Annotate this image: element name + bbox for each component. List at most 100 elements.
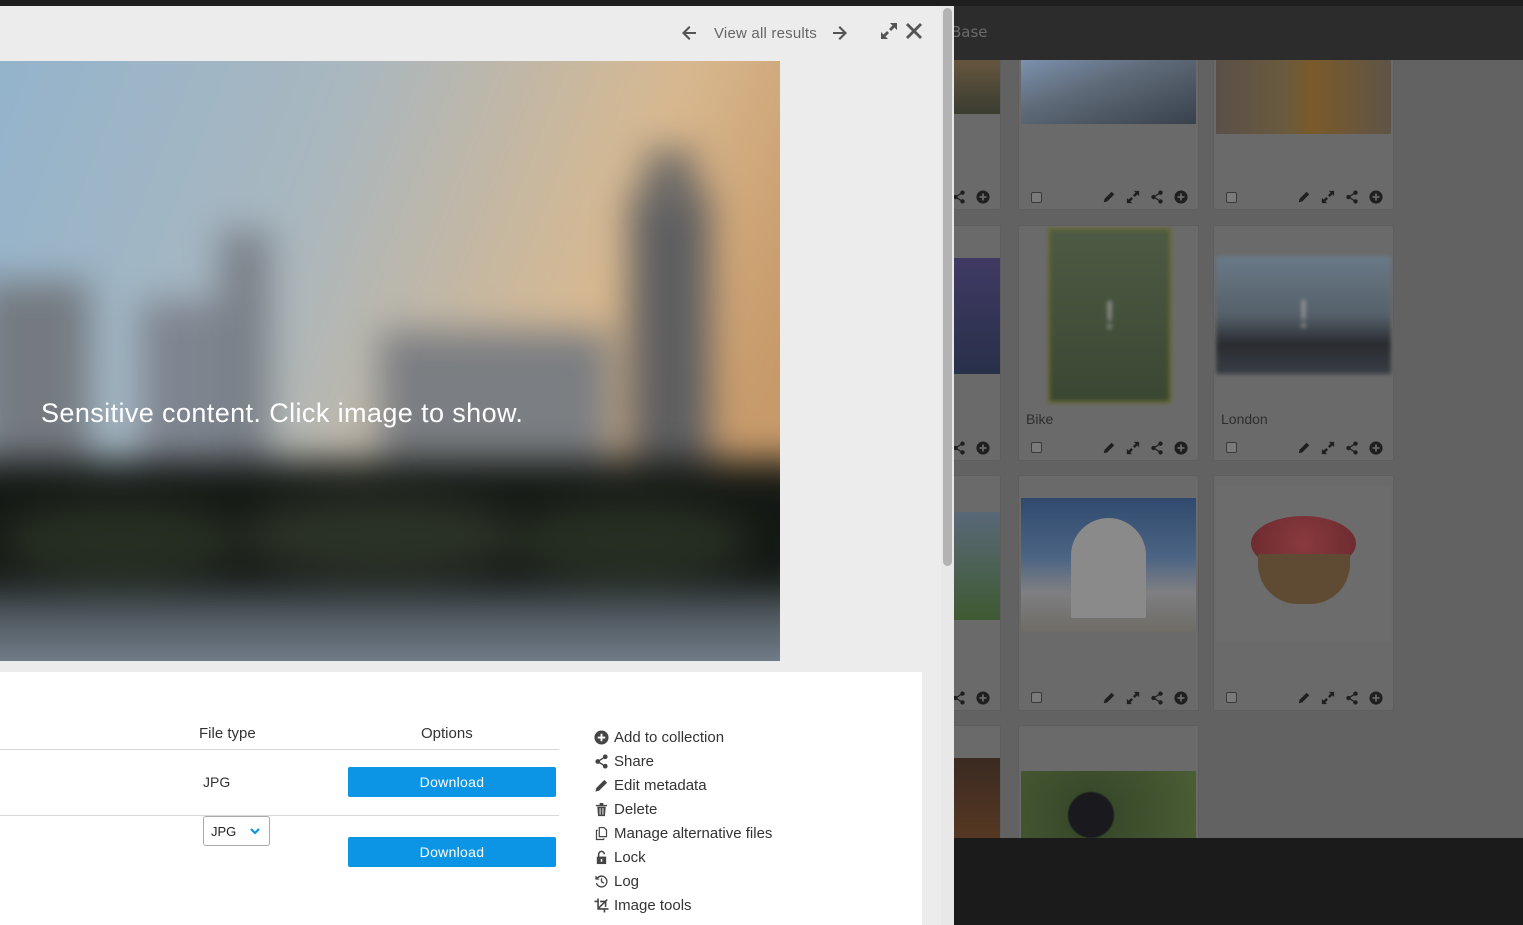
history-icon <box>593 873 609 889</box>
pencil-icon[interactable] <box>1296 440 1312 456</box>
action-label: Share <box>614 752 655 770</box>
expand-icon[interactable] <box>1320 189 1336 205</box>
arrow-left-icon <box>680 24 698 42</box>
tile-tools <box>951 690 991 706</box>
expand-icon[interactable] <box>1320 690 1336 706</box>
close-button[interactable] <box>905 22 923 40</box>
share-action[interactable]: Share <box>593 749 772 773</box>
tile-tools <box>1101 189 1189 205</box>
select-checkbox[interactable] <box>1031 192 1042 203</box>
blurred-image[interactable] <box>0 61 780 661</box>
brand-name: Base <box>951 23 988 41</box>
thumbnail-image[interactable]: ! <box>1216 256 1391 374</box>
result-tile[interactable]: ! Bike <box>1018 225 1199 461</box>
resource-preview-modal: View all results Sensitive content. Clic… <box>0 6 954 925</box>
thumbnail-image[interactable] <box>1216 60 1391 134</box>
add-icon[interactable] <box>1368 690 1384 706</box>
add-icon[interactable] <box>1368 189 1384 205</box>
share-icon[interactable] <box>1344 440 1360 456</box>
download-button[interactable]: Download <box>348 837 556 867</box>
add-icon[interactable] <box>1173 440 1189 456</box>
share-icon[interactable] <box>1344 690 1360 706</box>
thumbnail-image[interactable] <box>1021 498 1196 632</box>
select-checkbox[interactable] <box>1226 192 1237 203</box>
share-icon[interactable] <box>1149 440 1165 456</box>
share-icon <box>593 753 609 769</box>
share-icon[interactable] <box>1149 189 1165 205</box>
view-all-results-link[interactable]: View all results <box>714 25 817 42</box>
result-tile[interactable] <box>1213 475 1394 711</box>
expand-icon[interactable] <box>1125 690 1141 706</box>
next-result-button[interactable] <box>831 24 849 42</box>
select-checkbox[interactable] <box>1031 692 1042 703</box>
fullscreen-button[interactable] <box>880 22 898 40</box>
tile-caption: London <box>1221 411 1268 427</box>
thumbnail-image[interactable] <box>954 758 1000 838</box>
pencil-icon[interactable] <box>1101 440 1117 456</box>
add-icon[interactable] <box>1368 440 1384 456</box>
table-divider <box>0 815 559 816</box>
pencil-icon[interactable] <box>1296 690 1312 706</box>
lock-action[interactable]: Lock <box>593 845 772 869</box>
add-icon[interactable] <box>975 440 991 456</box>
add-icon[interactable] <box>975 690 991 706</box>
tile-tools <box>1296 440 1384 456</box>
edit-metadata-action[interactable]: Edit metadata <box>593 773 772 797</box>
scrollbar-thumb[interactable] <box>943 8 952 566</box>
manage-alternative-files-action[interactable]: Manage alternative files <box>593 821 772 845</box>
plus-circle-icon <box>593 729 609 745</box>
file-type-select[interactable]: JPG <box>203 816 270 846</box>
result-tile[interactable] <box>1018 725 1199 838</box>
tile-tools <box>1101 440 1189 456</box>
thumbnail-image[interactable]: ! <box>1048 228 1171 403</box>
select-checkbox[interactable] <box>1031 442 1042 453</box>
share-icon[interactable] <box>1149 690 1165 706</box>
action-label: Manage alternative files <box>614 824 773 842</box>
thumbnail-image[interactable] <box>954 512 1000 620</box>
expand-icon[interactable] <box>1320 440 1336 456</box>
expand-icon[interactable] <box>1125 189 1141 205</box>
result-tile[interactable] <box>1018 475 1199 711</box>
files-icon <box>593 825 609 841</box>
log-action[interactable]: Log <box>593 869 772 893</box>
arrow-right-icon <box>831 24 849 42</box>
table-divider <box>0 749 559 750</box>
add-to-collection-action[interactable]: Add to collection <box>593 725 772 749</box>
chevron-down-icon <box>249 825 261 837</box>
image-tools-action[interactable]: Image tools <box>593 893 772 917</box>
column-header-options: Options <box>421 725 473 742</box>
add-icon[interactable] <box>1173 690 1189 706</box>
select-checkbox[interactable] <box>1226 692 1237 703</box>
result-tile[interactable] <box>1018 60 1199 210</box>
pencil-icon[interactable] <box>1296 189 1312 205</box>
modal-scrollbar[interactable] <box>941 6 954 925</box>
thumbnail-image[interactable] <box>954 60 1000 114</box>
thumbnail-image[interactable] <box>1021 60 1196 124</box>
previous-result-button[interactable] <box>680 24 698 42</box>
sensitive-content-notice[interactable]: Sensitive content. Click image to show. <box>41 398 523 429</box>
thumbnail-image[interactable] <box>1216 486 1391 641</box>
add-icon[interactable] <box>975 189 991 205</box>
share-icon[interactable] <box>1344 189 1360 205</box>
action-label: Lock <box>614 848 646 866</box>
expand-icon <box>880 22 898 40</box>
add-icon[interactable] <box>1173 189 1189 205</box>
file-type-value: JPG <box>203 774 231 790</box>
close-icon <box>905 22 923 40</box>
sensitive-marker: ! <box>1103 293 1116 337</box>
result-tile[interactable] <box>1213 60 1394 210</box>
preview-image[interactable]: Sensitive content. Click image to show. <box>0 61 780 661</box>
thumbnail-image[interactable] <box>1021 771 1196 838</box>
tile-caption: Bike <box>1026 411 1054 427</box>
thumbnail-image[interactable] <box>954 258 1000 374</box>
result-tile[interactable]: ! London <box>1213 225 1394 461</box>
action-label: Log <box>614 872 640 890</box>
download-button[interactable]: Download <box>348 767 556 797</box>
file-type-selected-value: JPG <box>211 823 237 839</box>
select-checkbox[interactable] <box>1226 442 1237 453</box>
delete-action[interactable]: Delete <box>593 797 772 821</box>
pencil-icon[interactable] <box>1101 189 1117 205</box>
pencil-icon[interactable] <box>1101 690 1117 706</box>
expand-icon[interactable] <box>1125 440 1141 456</box>
resource-actions-list: Add to collection Share Edit metadata De… <box>593 725 772 917</box>
